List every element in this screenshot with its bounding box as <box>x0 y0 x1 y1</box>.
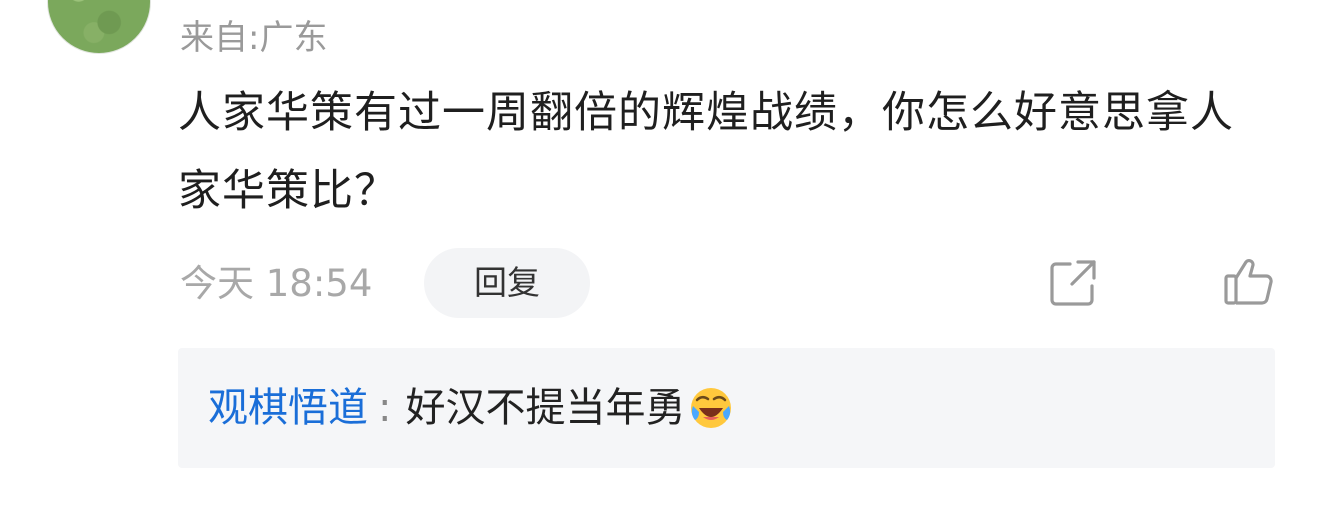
thumbs-up-icon[interactable] <box>1222 256 1276 306</box>
laughing-crying-emoji-icon <box>691 388 732 428</box>
reply-button[interactable]: 回复 <box>424 248 590 318</box>
sub-reply-line: 观棋悟道 : 好汉不提当年勇 <box>208 384 733 432</box>
sub-reply-text: 好汉不提当年勇 <box>405 385 686 431</box>
comment-item: 来自:广东 人家华策有过一周翻倍的辉煌战绩，你怎么好意思拿人家华策比？ 今天 1… <box>0 0 1320 505</box>
location-label: 来自:广东 <box>180 18 328 58</box>
avatar[interactable] <box>47 0 151 54</box>
comment-text: 人家华策有过一周翻倍的辉煌战绩，你怎么好意思拿人家华策比？ <box>178 88 1234 216</box>
sub-reply-box[interactable]: 观棋悟道 : 好汉不提当年勇 <box>178 348 1275 468</box>
share-icon[interactable] <box>1048 258 1098 308</box>
sub-reply-separator: : <box>378 385 392 431</box>
sub-reply-username[interactable]: 观棋悟道 <box>208 384 368 432</box>
comment-timestamp: 今天 18:54 <box>180 262 373 305</box>
